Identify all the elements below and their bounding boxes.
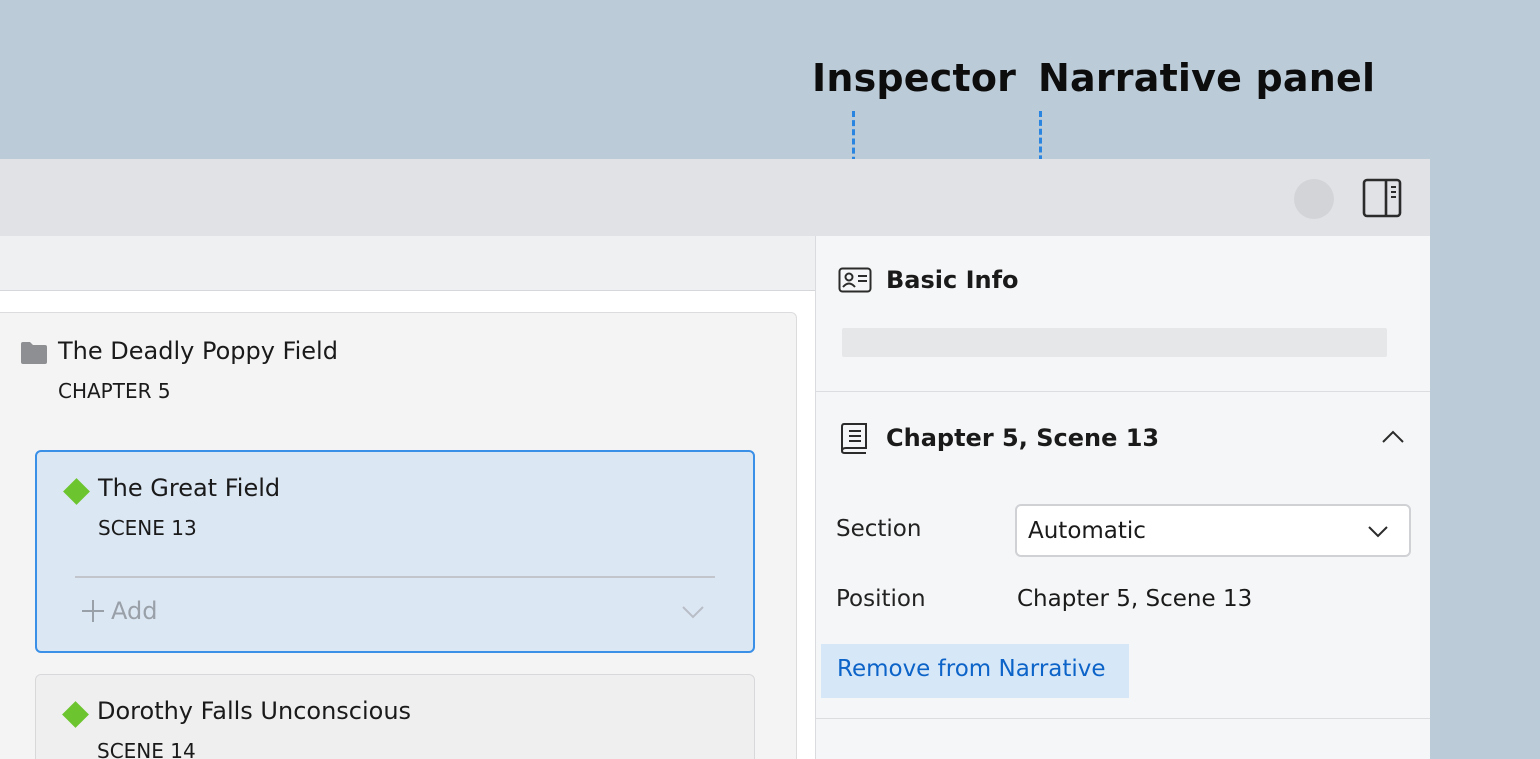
- chevron-down-icon: [1368, 526, 1388, 538]
- scene-card[interactable]: Dorothy Falls Unconscious SCENE 14: [35, 674, 755, 759]
- panel-toggle-icon[interactable]: [1362, 178, 1402, 218]
- section-divider: [816, 391, 1430, 392]
- scene-title: The Great Field: [98, 474, 281, 502]
- remove-from-narrative-button[interactable]: Remove from Narrative: [821, 644, 1129, 698]
- outline-pane: The Deadly Poppy Field CHAPTER 5 The Gre…: [0, 236, 815, 759]
- add-button[interactable]: Add: [81, 597, 157, 625]
- basic-info-placeholder: [842, 328, 1387, 357]
- folder-icon: [21, 342, 47, 364]
- position-label: Position: [836, 586, 926, 612]
- scene-divider: [75, 576, 715, 578]
- toolbar: [0, 159, 1430, 236]
- narrative-panel-callout-label: Narrative panel: [1038, 56, 1376, 100]
- section-select[interactable]: Automatic: [1015, 504, 1411, 557]
- scene-card-selected[interactable]: The Great Field SCENE 13 Add: [35, 450, 755, 653]
- plus-icon: [82, 600, 104, 622]
- chapter-label: CHAPTER 5: [58, 379, 171, 403]
- position-value: Chapter 5, Scene 13: [1017, 586, 1253, 612]
- chevron-up-icon[interactable]: [1381, 429, 1405, 445]
- chapter-card[interactable]: The Deadly Poppy Field CHAPTER 5 The Gre…: [0, 312, 797, 759]
- section-select-value: Automatic: [1028, 518, 1146, 544]
- scene-marker-icon: [62, 701, 89, 728]
- basic-info-header[interactable]: Basic Info: [838, 266, 1019, 294]
- app-window: The Deadly Poppy Field CHAPTER 5 The Gre…: [0, 159, 1430, 759]
- inspector-panel: Basic Info Chapter 5, Scene 13 Section A…: [815, 236, 1430, 759]
- narrative-section-header[interactable]: Chapter 5, Scene 13: [838, 422, 1159, 454]
- section-label: Section: [836, 516, 922, 542]
- section-divider: [816, 718, 1430, 719]
- narrative-section-title: Chapter 5, Scene 13: [886, 424, 1160, 452]
- book-icon: [840, 423, 867, 454]
- scene-title: Dorothy Falls Unconscious: [97, 697, 412, 725]
- scene-label: SCENE 13: [98, 516, 197, 540]
- add-label: Add: [111, 597, 158, 625]
- inspector-callout-label: Inspector: [812, 56, 1017, 100]
- outline-header: [0, 236, 815, 291]
- chevron-down-icon[interactable]: [681, 604, 705, 620]
- avatar[interactable]: [1294, 179, 1334, 219]
- id-card-icon: [838, 267, 872, 293]
- scene-label: SCENE 14: [97, 739, 196, 759]
- chapter-title: The Deadly Poppy Field: [58, 337, 338, 365]
- scene-marker-icon: [63, 478, 90, 505]
- basic-info-title: Basic Info: [886, 266, 1019, 294]
